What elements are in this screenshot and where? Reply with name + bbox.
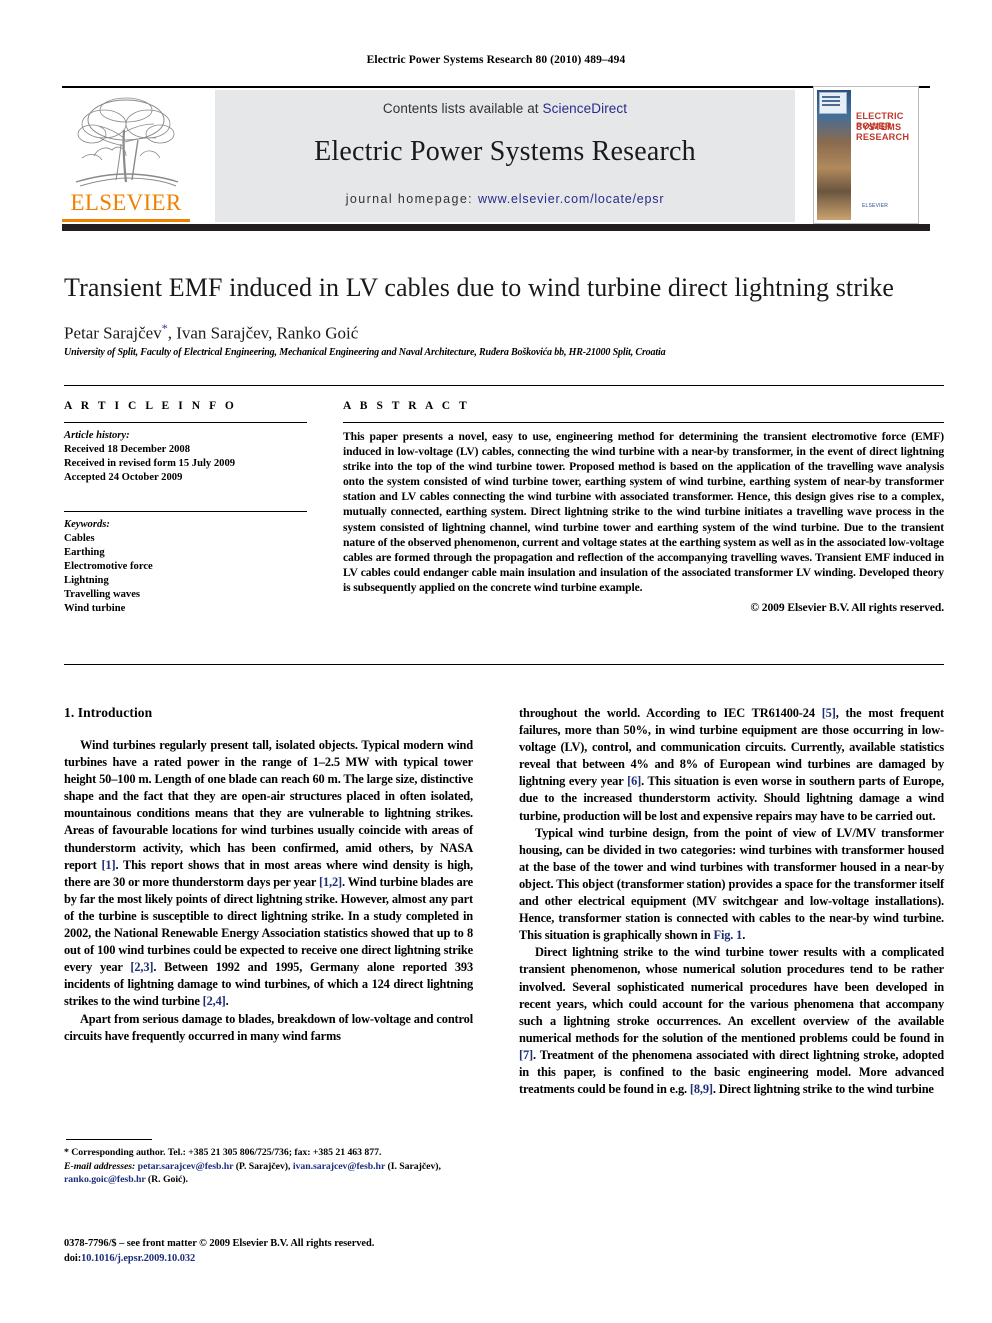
body-column-left: 1. Introduction Wind turbines regularly … (64, 705, 473, 1045)
keyword-item: Electromotive force (64, 561, 153, 572)
citation-link[interactable]: [6] (627, 774, 641, 788)
citation-link[interactable]: [2,3] (130, 960, 153, 974)
email-owner: (I. Sarajčev), (385, 1160, 441, 1172)
running-head: Electric Power Systems Research 80 (2010… (366, 54, 626, 66)
body-paragraph: Wind turbines regularly present tall, is… (64, 737, 473, 1011)
paragraph-text: Wind turbines regularly present tall, is… (64, 738, 473, 872)
body-paragraph: throughout the world. According to IEC T… (519, 705, 944, 825)
journal-banner: Contents lists available at ScienceDirec… (215, 90, 795, 222)
journal-masthead: ELSEVIER Contents lists available at Sci… (62, 86, 930, 231)
doi-label: doi: (64, 1253, 82, 1264)
doi-link[interactable]: 10.1016/j.epsr.2009.10.032 (81, 1253, 195, 1264)
citation-link[interactable]: [2,4] (203, 994, 226, 1008)
citation-link[interactable]: [8,9] (690, 1082, 713, 1096)
info-block-top-rule (64, 385, 944, 386)
keywords-label: Keywords: (64, 519, 110, 530)
body-paragraph: Typical wind turbine design, from the po… (519, 825, 944, 945)
elsevier-logo: ELSEVIER (62, 90, 190, 222)
homepage-url-link[interactable]: www.elsevier.com/locate/epsr (478, 192, 664, 206)
contents-line: Contents lists available at ScienceDirec… (215, 101, 795, 116)
email-addresses-label: E-mail addresses: (64, 1160, 138, 1172)
journal-homepage-line: journal homepage: www.elsevier.com/locat… (215, 192, 795, 206)
abstract-heading: A B S T R A C T (343, 400, 470, 412)
doi-line: doi:10.1016/j.epsr.2009.10.032 (64, 1251, 504, 1266)
paragraph-text: . (742, 928, 746, 943)
history-received: Received 18 December 2008 (64, 444, 191, 455)
masthead-bottom-rule (62, 224, 930, 231)
cover-badge-lines-icon (822, 96, 840, 108)
history-accepted: Accepted 24 October 2009 (64, 472, 183, 483)
paragraph-text: Direct lightning strike to the wind turb… (519, 945, 944, 1045)
article-info-rule (64, 422, 307, 423)
sciencedirect-link[interactable]: ScienceDirect (543, 101, 628, 116)
email-link[interactable]: petar.sarajcev@fesb.hr (138, 1161, 234, 1172)
author-first: Petar Sarajčev (64, 323, 162, 343)
body-paragraph: Apart from serious damage to blades, bre… (64, 1011, 473, 1045)
elsevier-tree-icon (75, 97, 179, 187)
author-list: Petar Sarajčev*, Ivan Sarajčev, Ranko Go… (64, 317, 944, 345)
masthead-top-rule (62, 86, 930, 88)
email-owner: (R. Goić). (145, 1174, 188, 1186)
abstract-rule (343, 422, 944, 423)
citation-link[interactable]: Fig. 1 (714, 928, 743, 942)
citation-link[interactable]: [7] (519, 1048, 533, 1062)
page-title: Transient EMF induced in LV cables due t… (64, 273, 895, 302)
email-link[interactable]: ranko.goic@fesb.hr (64, 1174, 146, 1185)
article-info-column: A R T I C L E I N F O Article history: R… (64, 400, 307, 616)
citation-link[interactable]: [1] (101, 858, 115, 872)
section-heading-introduction: 1. Introduction (64, 705, 153, 720)
article-info-heading: A R T I C L E I N F O (64, 400, 237, 412)
journal-title: Electric Power Systems Research (314, 136, 696, 167)
email-link[interactable]: ivan.sarajcev@fesb.hr (293, 1161, 385, 1172)
body-column-right: throughout the world. According to IEC T… (519, 705, 944, 1098)
body-paragraph: Direct lightning strike to the wind turb… (519, 944, 944, 1098)
contents-prefix: Contents lists available at (382, 101, 543, 116)
article-history-label: Article history: (64, 430, 130, 441)
corresponding-author-note: * Corresponding author. Tel.: +385 21 30… (64, 1147, 382, 1158)
keyword-item: Wind turbine (64, 603, 126, 614)
keyword-item: Travelling waves (64, 589, 141, 600)
email-owner: (P. Sarajčev), (233, 1160, 293, 1172)
paragraph-text: throughout the world. According to IEC T… (519, 706, 822, 720)
cover-publisher-mark: ELSEVIER (862, 203, 889, 209)
cover-title-line2: SYSTEMS RESEARCH (856, 122, 910, 142)
imprint-block: 0378-7796/$ – see front matter © 2009 El… (64, 1236, 504, 1266)
keywords-list: Cables Earthing Electromotive force Ligh… (64, 532, 307, 616)
paragraph-text: Typical wind turbine design, from the po… (519, 825, 944, 943)
footnote-rule (66, 1139, 152, 1140)
paragraph-text: . (225, 994, 229, 1009)
keyword-item: Lightning (64, 575, 109, 586)
journal-cover-thumbnail[interactable]: ELECTRIC POWER SYSTEMS RESEARCH ELSEVIER (813, 86, 919, 224)
abstract-column: A B S T R A C T This paper presents a no… (343, 400, 944, 614)
keyword-item: Cables (64, 533, 95, 544)
footnote-block: * Corresponding author. Tel.: +385 21 30… (64, 1146, 484, 1187)
right-paragraphs: throughout the world. According to IEC T… (519, 705, 944, 1098)
author-affiliation: University of Split, Faculty of Electric… (64, 347, 666, 358)
homepage-label: journal homepage: (345, 192, 474, 206)
citation-link[interactable]: [1,2] (319, 875, 342, 889)
keywords-rule (64, 511, 307, 512)
elsevier-underbar (62, 219, 190, 222)
authors-rest: , Ivan Sarajčev, Ranko Goić (167, 323, 359, 343)
paragraph-text: . Direct lightning strike to the wind tu… (712, 1082, 934, 1097)
abstract-copyright: © 2009 Elsevier B.V. All rights reserved… (750, 601, 944, 615)
info-block-bottom-rule (64, 664, 944, 665)
email-addresses-note: E-mail addresses: petar.sarajcev@fesb.hr… (64, 1160, 484, 1187)
paper-page: Electric Power Systems Research 80 (2010… (0, 0, 992, 1323)
paragraph-text: Apart from serious damage to blades, bre… (64, 1011, 473, 1043)
citation-link[interactable]: [5] (822, 706, 836, 720)
abstract-text: This paper presents a novel, easy to use… (343, 430, 944, 594)
history-revised: Received in revised form 15 July 2009 (64, 458, 236, 469)
issn-front-matter: 0378-7796/$ – see front matter © 2009 El… (64, 1238, 375, 1249)
left-paragraphs: Wind turbines regularly present tall, is… (64, 737, 473, 1045)
keyword-item: Earthing (64, 547, 105, 558)
elsevier-wordmark: ELSEVIER (70, 190, 182, 215)
